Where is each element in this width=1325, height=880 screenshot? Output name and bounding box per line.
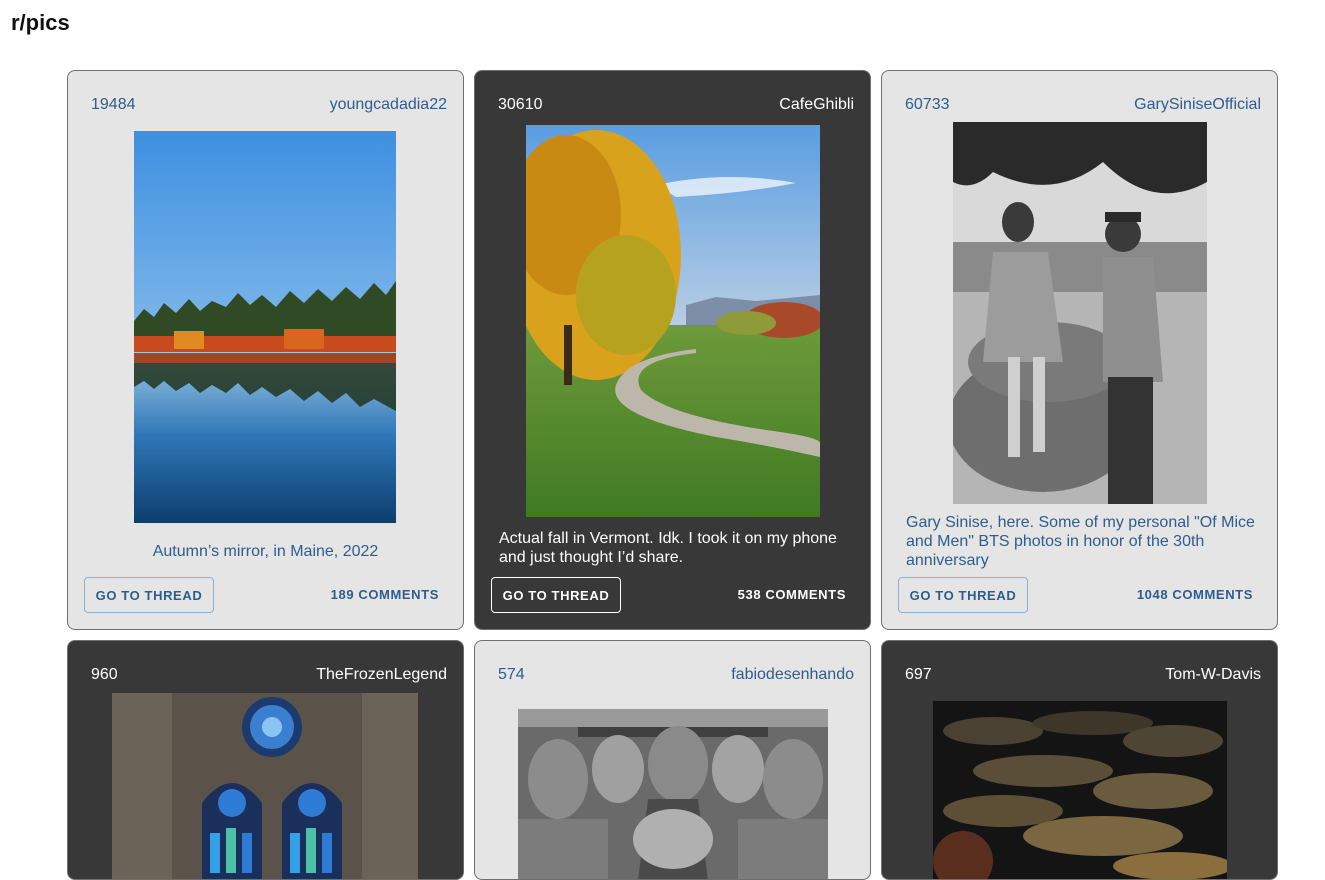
post-image[interactable] (134, 131, 396, 523)
post-caption[interactable]: Gary Sinise, here. Some of my personal "… (906, 513, 1261, 570)
go-to-thread-button[interactable]: GO TO THREAD (491, 577, 621, 613)
post-card: 960 TheFrozenLegend (67, 640, 464, 880)
post-score: 60733 (905, 96, 950, 113)
post-author[interactable]: fabiodesenhando (731, 666, 854, 684)
post-image[interactable] (953, 122, 1207, 504)
post-author[interactable]: Tom-W-Davis (1165, 666, 1261, 684)
post-caption[interactable]: Actual fall in Vermont. Idk. I took it o… (499, 529, 846, 567)
post-score: 697 (905, 666, 932, 683)
comments-link[interactable]: 1048 COMMENTS (1137, 587, 1253, 602)
go-to-thread-button[interactable]: GO TO THREAD (898, 577, 1028, 613)
post-author[interactable]: youngcadadia22 (330, 96, 447, 114)
go-to-thread-button[interactable]: GO TO THREAD (84, 577, 214, 613)
post-image[interactable] (933, 701, 1227, 879)
post-card: 30610 CafeGhibli Actual fall in Vermont.… (474, 70, 871, 630)
post-score: 960 (91, 666, 118, 683)
post-card: 19484 youngcadadia22 Autumn’s mirror, in… (67, 70, 464, 630)
comments-link[interactable]: 538 COMMENTS (738, 587, 846, 602)
post-score: 574 (498, 666, 525, 683)
post-author[interactable]: CafeGhibli (779, 96, 854, 114)
post-image[interactable] (526, 125, 820, 517)
post-author[interactable]: TheFrozenLegend (316, 666, 447, 684)
comments-link[interactable]: 189 COMMENTS (331, 587, 439, 602)
post-score: 30610 (498, 96, 543, 113)
page-title: r/pics (11, 10, 70, 35)
post-author[interactable]: GarySiniseOfficial (1134, 96, 1261, 114)
post-card: 574 fabiodesenhando (474, 640, 871, 880)
post-card: 60733 GarySiniseOfficial Gary Sinise, he… (881, 70, 1278, 630)
post-score: 19484 (91, 96, 136, 113)
post-image[interactable] (518, 709, 828, 879)
post-caption[interactable]: Autumn’s mirror, in Maine, 2022 (84, 542, 447, 561)
post-card: 697 Tom-W-Davis (881, 640, 1278, 880)
post-image[interactable] (112, 693, 418, 879)
